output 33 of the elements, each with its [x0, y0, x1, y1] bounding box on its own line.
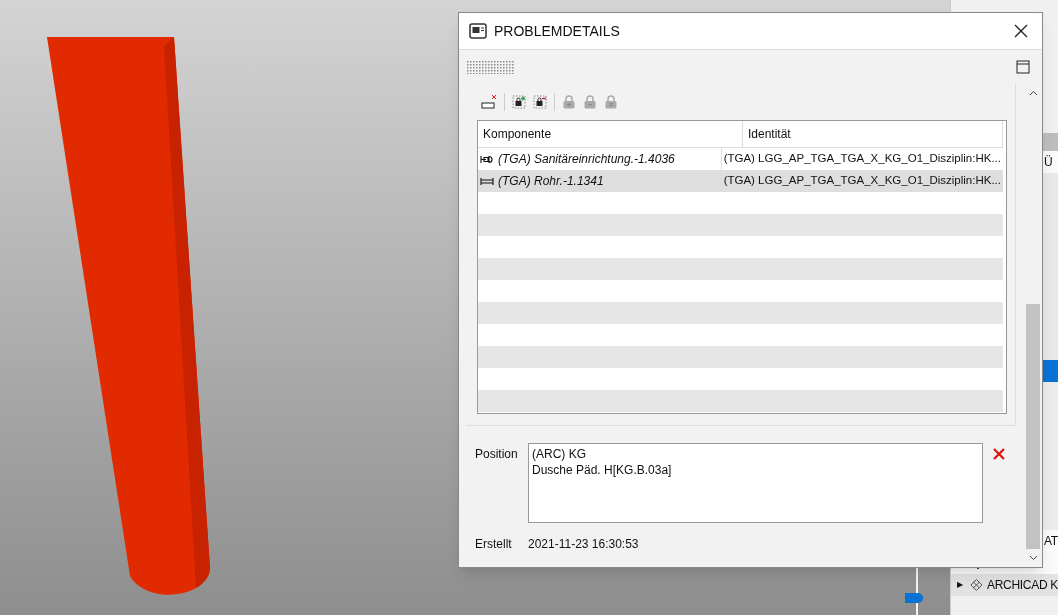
lock-icon[interactable] [604, 95, 618, 109]
table-cell-text: (TGA) Rohr.-1.1341 [498, 173, 604, 190]
column-header[interactable]: Identität [743, 121, 1003, 147]
table-cell-text: (TGA) LGG_AP_TGA_TGA_X_KG_O1_Disziplin:HK... [723, 151, 1001, 167]
grip-icon[interactable] [467, 60, 515, 74]
add-lock-icon[interactable] [512, 95, 526, 109]
table-cell-text: (TGA) LGG_AP_TGA_TGA_X_KG_O1_Disziplin:HK... [723, 173, 1001, 189]
layers-icon [970, 578, 983, 592]
fitting-icon [480, 154, 494, 164]
remove-lock-icon[interactable] [533, 95, 547, 109]
table-cell-text: (TGA) Sanitäreinrichtung.-1.4036 [498, 151, 675, 168]
scroll-thumb[interactable] [1026, 304, 1040, 549]
delete-icon[interactable] [993, 448, 1005, 460]
field-label: Erstellt [475, 536, 513, 553]
window-title: PROBLEMDETAILS [494, 21, 620, 41]
close-icon[interactable] [1014, 24, 1028, 38]
marker-icon [905, 593, 923, 603]
lock-icon[interactable] [562, 95, 576, 109]
panel-label: Ü [1044, 154, 1053, 171]
field-label: Position [475, 446, 519, 463]
remove-icon[interactable] [481, 94, 497, 110]
panel-label: ARCHICAD K [987, 577, 1058, 594]
position-field[interactable]: (ARC) KG Dusche Päd. H[KG.B.03a] [528, 443, 983, 523]
window-icon[interactable] [1016, 60, 1030, 74]
panel-label: AT [1044, 533, 1058, 550]
table-row[interactable]: (TGA) Sanitäreinrichtung.-1.4036 (TGA) LGG_AP_TGA_TGA_X_KG_O1_Disziplin:HK... [478, 148, 1003, 170]
id-card-icon [469, 23, 487, 39]
column-header[interactable]: Komponente [478, 121, 743, 147]
table-row[interactable]: (TGA) Rohr.-1.1341 (TGA) LGG_AP_TGA_TGA_X_KG_O1_Disziplin:HK... [478, 170, 1003, 192]
created-date: 2021-11-23 16:30:53 [528, 536, 639, 553]
expand-arrow-icon[interactable]: ▶ [957, 579, 967, 591]
panel-row[interactable]: ▶ ARCHICAD K [951, 574, 1058, 596]
pipe-icon [480, 176, 494, 186]
